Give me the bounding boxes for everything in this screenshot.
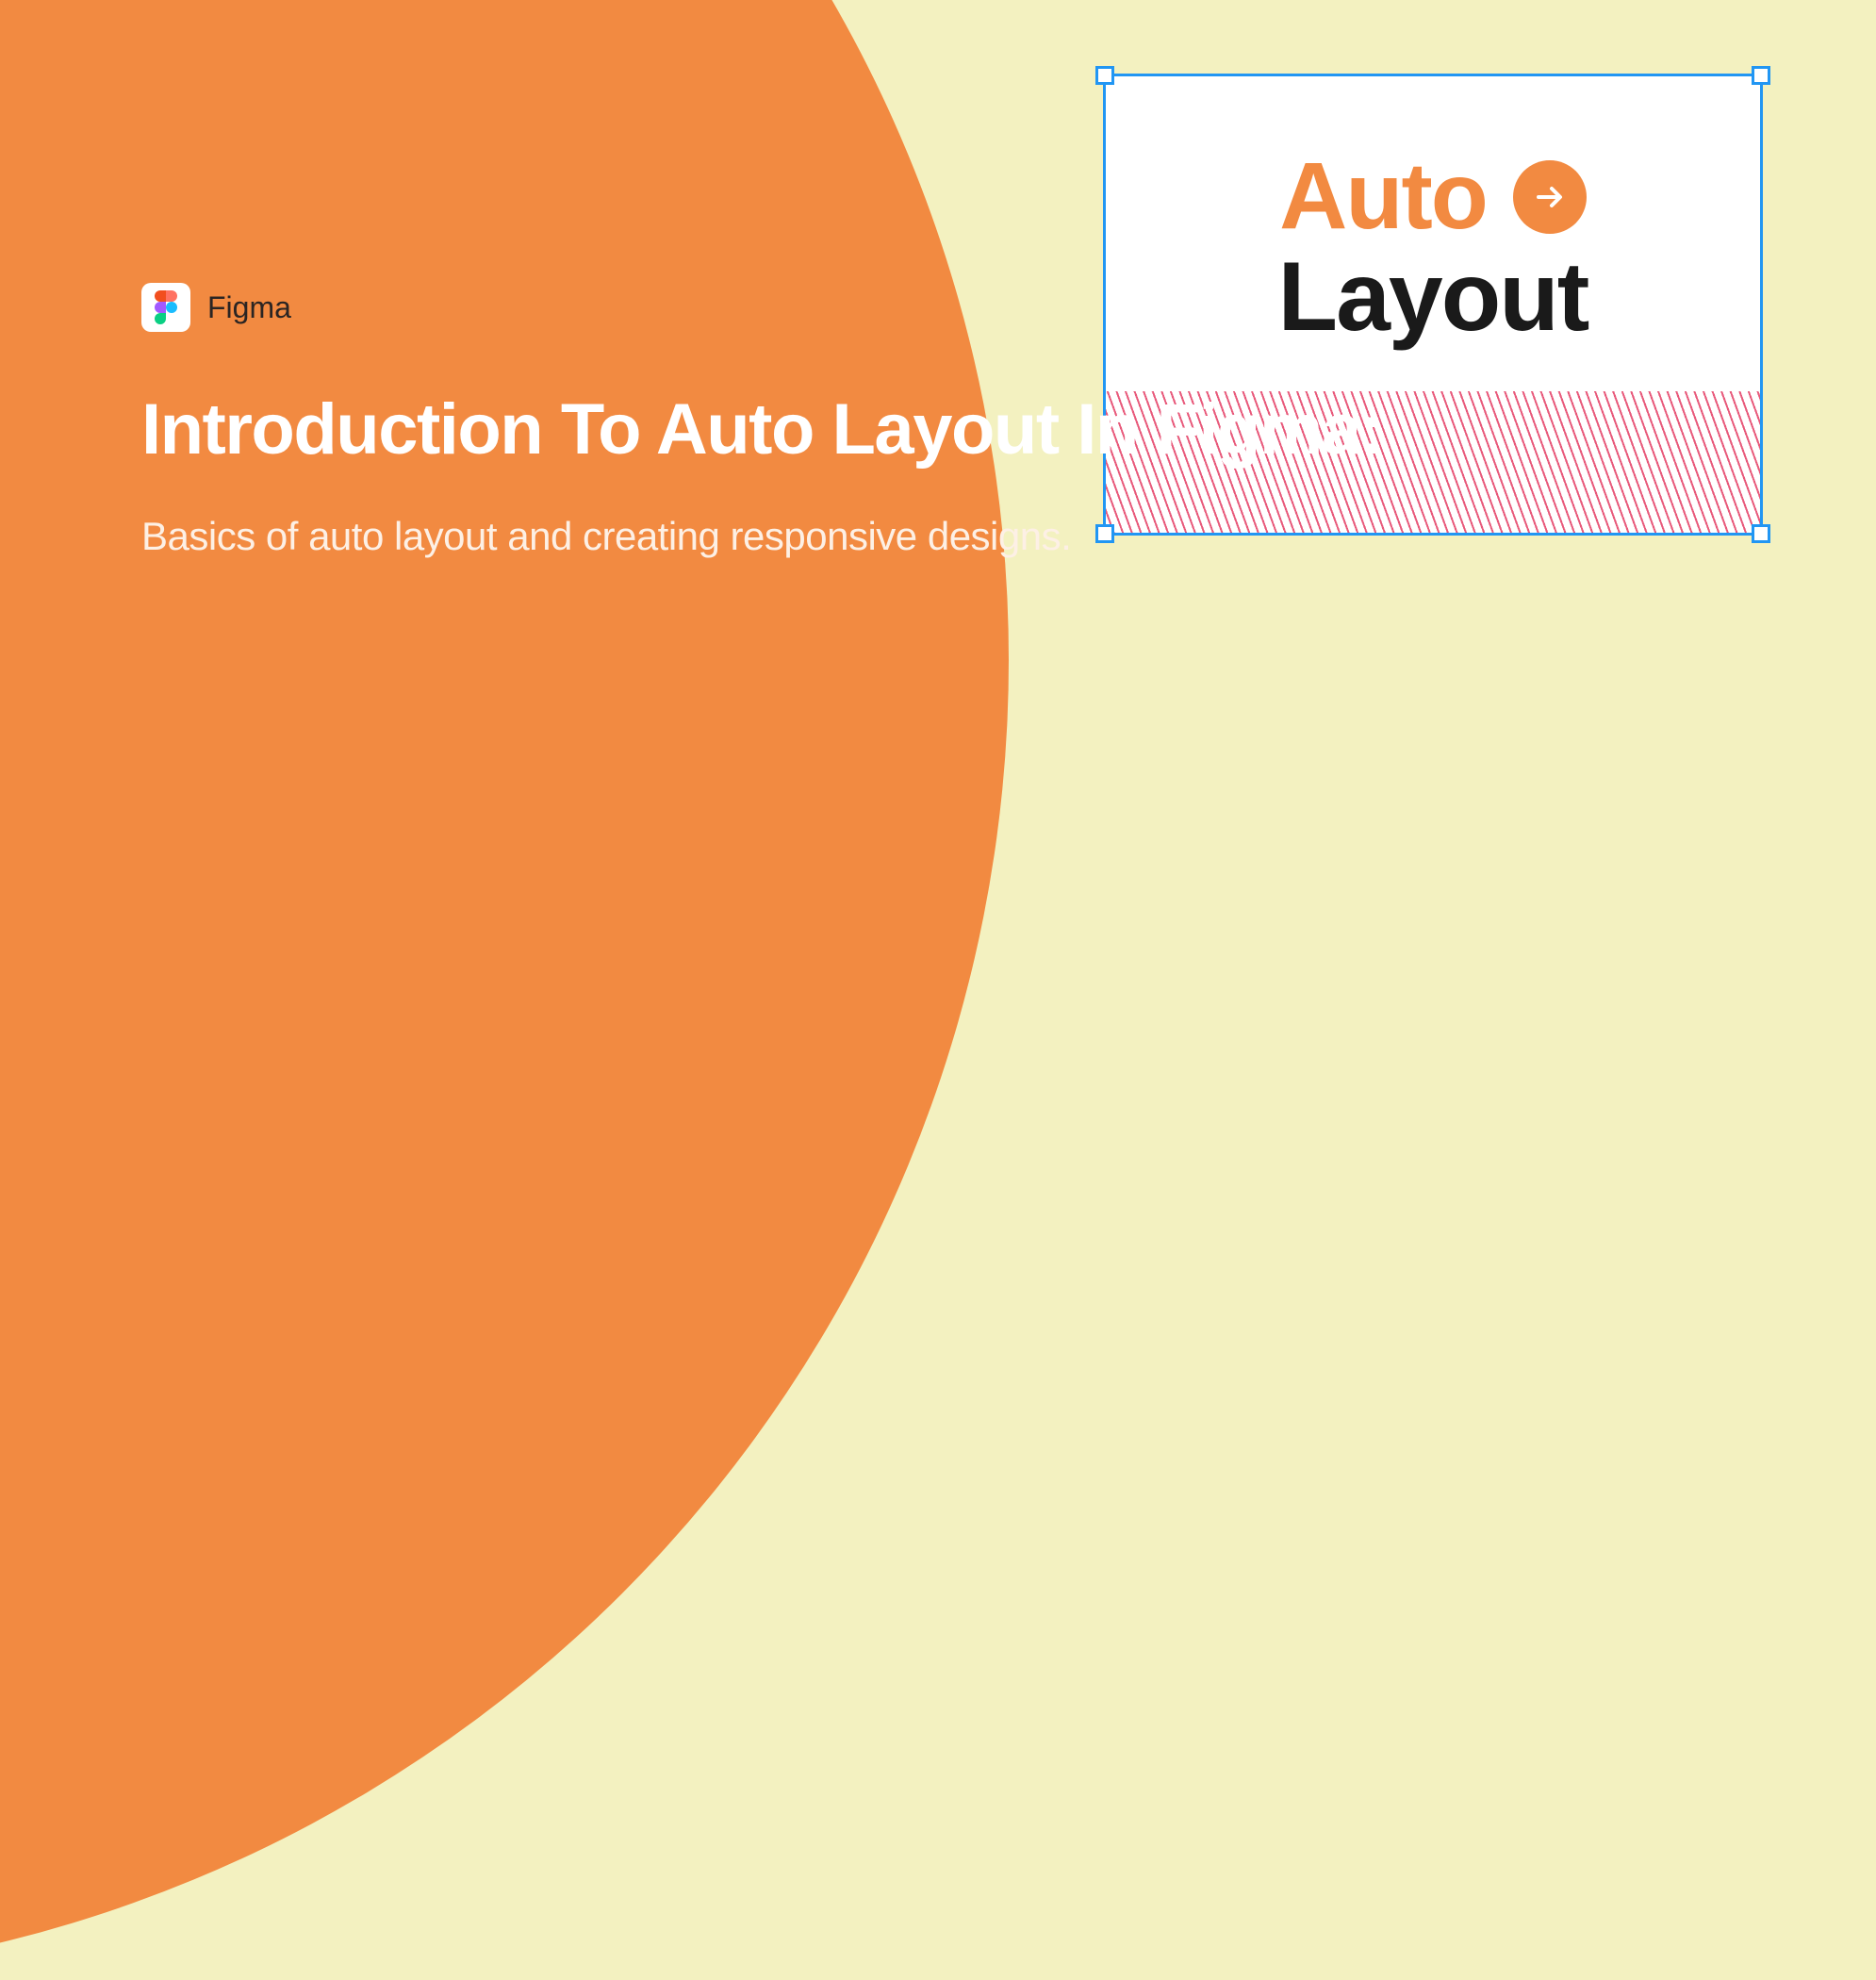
resize-handle-bottom-right[interactable] — [1752, 524, 1770, 543]
auto-row: Auto — [1279, 142, 1587, 251]
arrow-right-icon — [1513, 160, 1587, 234]
page-title: Introduction To Auto Layout In Figma: — [141, 388, 1383, 470]
resize-handle-top-left[interactable] — [1095, 66, 1114, 85]
brand-name: Figma — [207, 290, 291, 325]
figma-logo-icon — [141, 283, 190, 332]
page-subtitle: Basics of auto layout and creating respo… — [141, 508, 1383, 566]
auto-label: Auto — [1279, 142, 1487, 251]
hero-content: Figma Introduction To Auto Layout In Fig… — [141, 283, 1383, 566]
brand-row: Figma — [141, 283, 1383, 332]
resize-handle-top-right[interactable] — [1752, 66, 1770, 85]
